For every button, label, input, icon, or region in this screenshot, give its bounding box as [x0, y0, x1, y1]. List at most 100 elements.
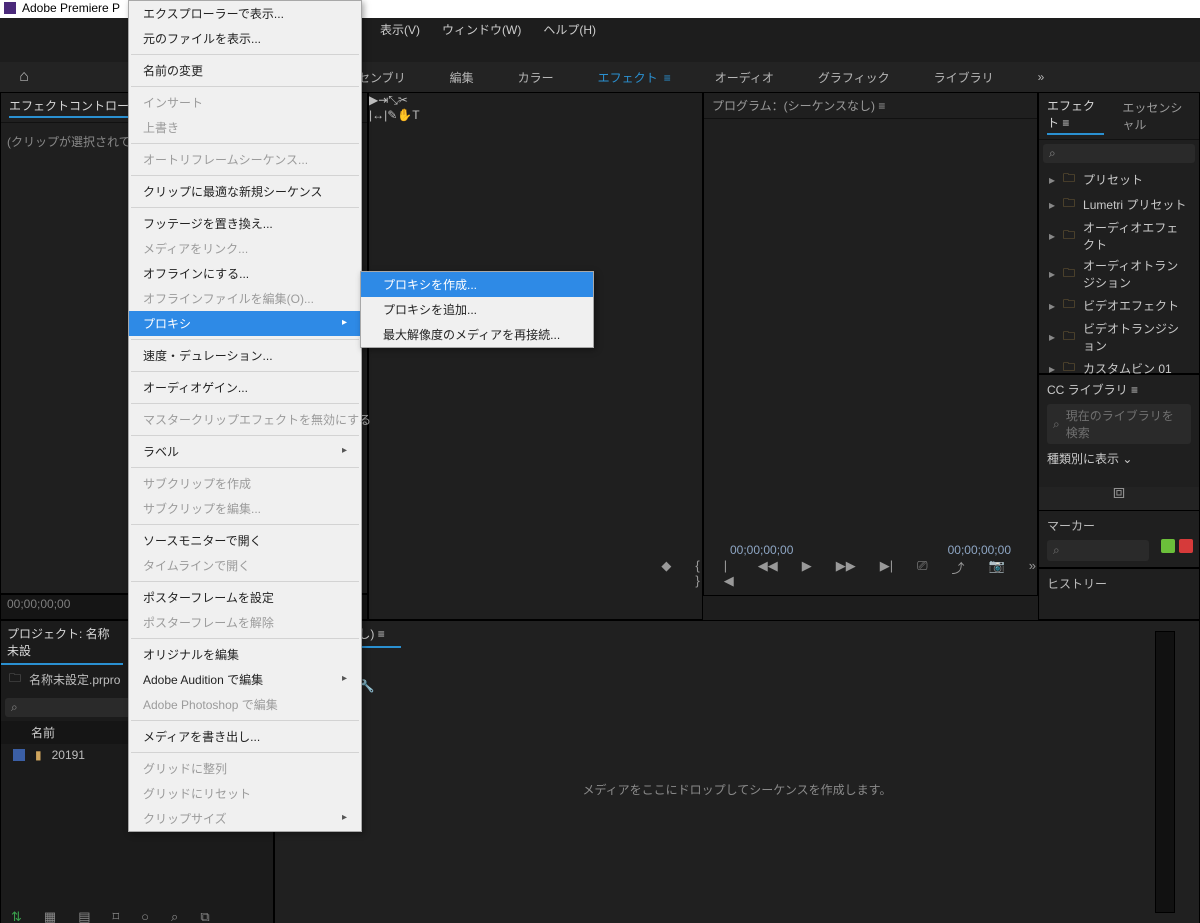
effects-folder[interactable]: ▸🗀プリセット: [1039, 167, 1199, 192]
context-menu-item[interactable]: ラベル: [129, 439, 361, 464]
effects-folder[interactable]: ▸🗀ビデオトランジション: [1039, 318, 1199, 356]
effects-folder-label: ビデオエフェクト: [1083, 297, 1179, 314]
transport-button[interactable]: |◀: [724, 558, 734, 589]
transport-button[interactable]: »: [1029, 558, 1036, 589]
cc-lib-tab[interactable]: CC ライブラリ ≡: [1047, 383, 1138, 397]
menu-file[interactable]: ファイル(F): [6, 19, 69, 36]
marker-tab[interactable]: マーカー: [1047, 519, 1095, 533]
transport-button[interactable]: ⎚: [917, 558, 927, 589]
tool-icon[interactable]: ✋: [397, 108, 412, 122]
project-toolbar-button[interactable]: ⌑: [113, 909, 120, 923]
tool-icon[interactable]: ✎: [387, 108, 397, 122]
context-menu-item[interactable]: フッテージを置き換え...: [129, 211, 361, 236]
app-title: Adobe Premiere P: [22, 1, 120, 15]
transport-button[interactable]: ▶▶: [836, 558, 856, 589]
transport-button[interactable]: 📷: [989, 558, 1005, 589]
context-menu-item[interactable]: 速度・デュレーション...: [129, 343, 361, 368]
tool-icon[interactable]: |↔|: [369, 108, 387, 122]
timeline-toggle-icon[interactable]: 🔧: [360, 679, 375, 694]
project-toolbar-button[interactable]: ⇅: [11, 909, 22, 923]
history-panel: ヒストリー: [1038, 568, 1200, 620]
tool-icon[interactable]: ✂: [398, 93, 408, 107]
effects-folder[interactable]: ▸🗀Lumetri プリセット: [1039, 192, 1199, 217]
marker-panel: マーカー ⌕: [1038, 510, 1200, 568]
program-out-timecode: 00;00;00;00: [948, 543, 1011, 557]
transport-button[interactable]: ◆: [661, 558, 671, 589]
source-monitor-panel: ▶⇥⤡✂ |↔|✎✋T: [368, 92, 703, 620]
effects-folder[interactable]: ▸🗀オーディオトランジション: [1039, 255, 1199, 293]
project-toolbar-button[interactable]: ⌕: [171, 909, 178, 923]
cloud-icon: ⧈: [1113, 481, 1126, 504]
marker-color-red[interactable]: [1179, 539, 1193, 553]
effects-panel: エフェクト ≡ エッセンシャル ⌕ ▸🗀プリセット▸🗀Lumetri プリセット…: [1038, 92, 1200, 374]
submenu-item[interactable]: プロキシを作成...: [361, 272, 593, 297]
workspace-tab[interactable]: オーディオ: [715, 69, 774, 86]
clip-icon: ▮: [35, 748, 42, 762]
context-menu-item[interactable]: クリップに最適な新規シーケンス: [129, 179, 361, 204]
clip-context-menu: エクスプローラーで表示...元のファイルを表示...名前の変更インサート上書きオ…: [128, 0, 362, 832]
tool-icon[interactable]: T: [412, 108, 419, 122]
submenu-item[interactable]: プロキシを追加...: [361, 297, 593, 322]
effects-folder[interactable]: ▸🗀オーディオエフェクト: [1039, 217, 1199, 255]
context-menu-item[interactable]: ポスターフレームを設定: [129, 585, 361, 610]
context-menu-item[interactable]: メディアを書き出し...: [129, 724, 361, 749]
context-menu-item[interactable]: 名前の変更: [129, 58, 361, 83]
context-menu-item[interactable]: 元のファイルを表示...: [129, 26, 361, 51]
effects-tab[interactable]: エフェクト ≡: [1047, 97, 1104, 135]
effects-folder-label: オーディオトランジション: [1083, 257, 1189, 291]
history-tab[interactable]: ヒストリー: [1047, 577, 1107, 591]
marker-search[interactable]: ⌕: [1047, 540, 1149, 561]
transport-button[interactable]: { }: [695, 558, 699, 589]
context-menu-item: メディアをリンク...: [129, 236, 361, 261]
context-menu-item: オフラインファイルを編集(O)...: [129, 286, 361, 311]
timeline-drop-hint: メディアをここにドロップしてシーケンスを作成します。: [275, 781, 1199, 798]
project-toolbar-button[interactable]: ▦: [44, 909, 56, 923]
menu-edit[interactable]: 編集(E): [87, 19, 127, 36]
context-menu-item: Adobe Photoshop で編集: [129, 692, 361, 717]
workspace-tab[interactable]: ライブラリ: [934, 69, 994, 86]
tool-icon[interactable]: ⇥: [378, 93, 388, 107]
context-menu-item: インサート: [129, 90, 361, 115]
effect-controls-tab[interactable]: エフェクトコントロール: [9, 97, 141, 118]
context-menu-item[interactable]: プロキシ: [129, 311, 361, 336]
project-toolbar-button[interactable]: ○: [141, 909, 149, 923]
tool-row-1: ▶⇥⤡✂: [369, 93, 702, 108]
effects-folder-label: ビデオトランジション: [1083, 320, 1189, 354]
context-menu-item[interactable]: オーディオゲイン...: [129, 375, 361, 400]
context-menu-item[interactable]: オリジナルを編集: [129, 642, 361, 667]
program-label: プログラム：(シーケンスなし) ≡: [712, 97, 885, 114]
essential-tab[interactable]: エッセンシャル: [1122, 99, 1191, 133]
more-workspaces-icon[interactable]: »: [1038, 70, 1045, 84]
transport-button[interactable]: ▶|: [880, 558, 893, 589]
project-toolbar-button[interactable]: ⧉: [200, 909, 209, 923]
workspace-tab[interactable]: 編集: [450, 69, 474, 86]
context-menu-item[interactable]: ソースモニターで開く: [129, 528, 361, 553]
context-menu-item: タイムラインで開く: [129, 553, 361, 578]
effects-search[interactable]: ⌕: [1043, 144, 1195, 163]
context-menu-item[interactable]: オフラインにする...: [129, 261, 361, 286]
context-menu-item[interactable]: エクスプローラーで表示...: [129, 1, 361, 26]
home-icon[interactable]: ⌂: [0, 68, 48, 86]
effects-folder[interactable]: ▸🗀ビデオエフェクト: [1039, 293, 1199, 318]
cc-lib-view-mode[interactable]: 種類別に表示 ⌄: [1047, 450, 1191, 467]
workspace-tab[interactable]: エフェクト: [598, 69, 671, 86]
context-menu-item: クリップサイズ: [129, 806, 361, 831]
project-tab[interactable]: プロジェクト: 名称未設: [1, 621, 123, 665]
workspace-tab[interactable]: センブリ: [358, 69, 406, 86]
marker-color-green[interactable]: [1161, 539, 1175, 553]
context-menu-item[interactable]: Adobe Audition で編集: [129, 667, 361, 692]
tool-icon[interactable]: ▶: [369, 93, 378, 107]
context-menu-item: ポスターフレームを解除: [129, 610, 361, 635]
transport-button[interactable]: ◀◀: [758, 558, 778, 589]
workspace-tab[interactable]: カラー: [518, 69, 554, 86]
transport-button[interactable]: ▶: [802, 558, 812, 589]
timeline-tool-icons: ⎯⎯♡🔧: [275, 677, 1199, 696]
submenu-item[interactable]: 最大解像度のメディアを再接続...: [361, 322, 593, 347]
cc-lib-search[interactable]: ⌕ 現在のライブラリを検索: [1047, 404, 1191, 444]
transport-button[interactable]: ⤴: [952, 558, 965, 589]
timeline-timecode: 00: [275, 648, 1199, 677]
project-toolbar-button[interactable]: ▤: [78, 909, 90, 923]
proxy-submenu: プロキシを作成...プロキシを追加...最大解像度のメディアを再接続...: [360, 271, 594, 348]
tool-icon[interactable]: ⤡: [388, 93, 398, 107]
workspace-tab[interactable]: グラフィック: [818, 69, 890, 86]
